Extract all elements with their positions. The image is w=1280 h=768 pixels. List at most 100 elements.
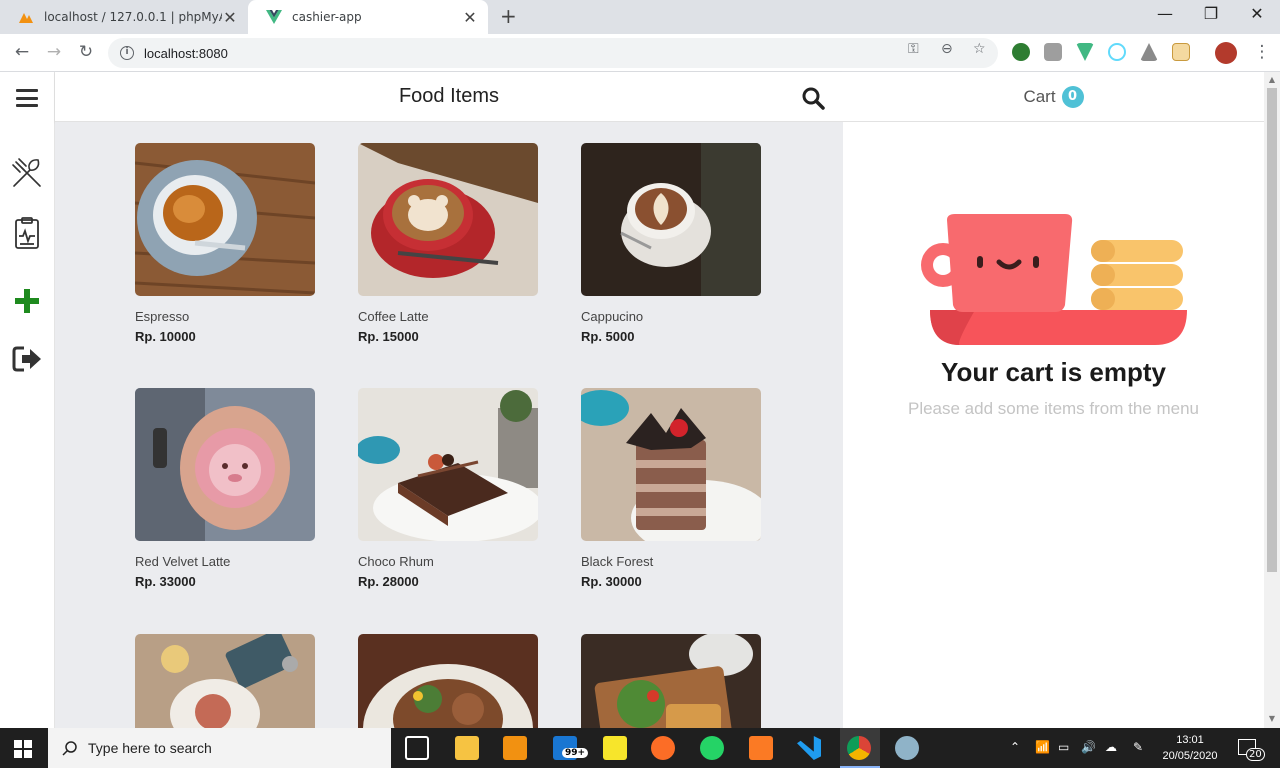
show-hidden-icons[interactable]: ⌃ — [1010, 740, 1020, 754]
tab-cashier-app[interactable]: cashier-app ✕ — [248, 0, 488, 34]
cart-count-badge: 0 — [1061, 85, 1084, 108]
vscode-icon[interactable] — [797, 736, 821, 760]
cart-header[interactable]: Cart 0 — [843, 72, 1264, 122]
clock-time: 13:01 — [1176, 734, 1204, 746]
scroll-down-arrow[interactable]: ▼ — [1264, 714, 1280, 723]
food-image — [358, 634, 538, 728]
address-url: localhost:8080 — [144, 45, 228, 61]
scroll-up-arrow[interactable]: ▲ — [1264, 75, 1280, 84]
choco-rhum-image — [356, 388, 543, 542]
profile-avatar[interactable] — [1215, 42, 1237, 64]
info-icon[interactable]: i — [120, 46, 134, 60]
search-icon[interactable] — [801, 86, 825, 110]
xampp-icon[interactable] — [749, 736, 773, 760]
restore-icon[interactable]: ❐ — [1196, 4, 1226, 23]
windows-start-icon[interactable] — [14, 740, 32, 758]
food-item-card[interactable]: Black Forest Rp. 30000 — [573, 388, 771, 589]
food-item-card[interactable]: Coffee Latte Rp. 15000 — [358, 143, 538, 344]
scrollbar-thumb[interactable] — [1267, 88, 1277, 572]
taskbar-search[interactable]: Type here to search — [48, 728, 391, 768]
vue-icon — [266, 10, 282, 24]
address-bar[interactable]: i localhost:8080 — [108, 38, 998, 68]
empty-cart-title: Your cart is empty — [941, 357, 1166, 387]
phpmyadmin-icon — [19, 13, 33, 23]
back-icon[interactable]: ← — [10, 40, 34, 64]
menu-icon[interactable] — [16, 89, 38, 107]
zoom-icon[interactable]: ⊖ — [941, 41, 953, 57]
tab-title: localhost / 127.0.0.1 | phpMyAdmin — [44, 10, 222, 24]
whatsapp-icon[interactable] — [700, 736, 724, 760]
page-scrollbar[interactable]: ▲ ▼ — [1264, 72, 1280, 728]
tab-title: cashier-app — [292, 10, 362, 24]
file-explorer-icon[interactable] — [455, 736, 479, 760]
browser-tabbar: localhost / 127.0.0.1 | phpMyAdmin ✕ cas… — [0, 0, 1280, 34]
chrome-icon[interactable] — [847, 736, 871, 760]
taskbar-clock[interactable]: 13:01 20/05/2020 — [1150, 732, 1230, 764]
tab-phpmyadmin[interactable]: localhost / 127.0.0.1 | phpMyAdmin ✕ — [0, 0, 248, 34]
food-item-price: Rp. 30000 — [581, 574, 642, 589]
food-item-card[interactable]: Espresso Rp. 10000 — [134, 143, 316, 344]
taskbar-search-placeholder: Type here to search — [88, 740, 212, 756]
food-item-name: Black Forest — [581, 554, 654, 569]
key-icon[interactable]: ⚿ — [908, 41, 919, 57]
food-item-card[interactable] — [135, 629, 315, 728]
logout-icon[interactable] — [10, 342, 44, 376]
utensils-icon[interactable] — [10, 156, 44, 190]
cappucino-image — [581, 143, 761, 296]
cart-label: Cart — [1023, 86, 1056, 106]
pen-icon[interactable]: ✎ — [1133, 740, 1143, 754]
food-item-price: Rp. 15000 — [358, 329, 419, 344]
espresso-image — [134, 143, 316, 296]
food-item-price: Rp. 5000 — [581, 329, 635, 344]
more-menu-icon[interactable]: ⋮ — [1250, 40, 1274, 64]
cashier-app: Food Items Espresso Rp. 10000 Coffee Lat… — [0, 72, 1280, 728]
onedrive-icon[interactable]: ☁ — [1105, 740, 1117, 754]
cart-panel: Cart 0 Your cart is empty Please add som… — [843, 72, 1264, 728]
report-icon[interactable] — [10, 216, 44, 250]
close-tab-icon[interactable]: ✕ — [462, 8, 478, 27]
new-tab-icon[interactable]: + — [500, 4, 517, 28]
page-title: Food Items — [398, 85, 500, 107]
close-tab-icon[interactable]: ✕ — [222, 8, 238, 27]
sidebar — [0, 72, 55, 728]
window-close-icon[interactable]: ✕ — [1242, 4, 1272, 23]
food-item-name: Choco Rhum — [358, 554, 434, 569]
task-view-icon[interactable] — [405, 736, 429, 760]
food-item-price: Rp. 28000 — [358, 574, 419, 589]
volume-icon[interactable]: 🔊 — [1081, 740, 1096, 754]
sticky-notes-icon[interactable] — [603, 736, 627, 760]
battery-icon[interactable]: ▭ — [1058, 740, 1069, 754]
bookmark-star-icon[interactable]: ☆ — [973, 41, 986, 57]
food-item-name: Coffee Latte — [358, 309, 429, 324]
red-velvet-latte-image — [135, 388, 315, 541]
food-item-card[interactable] — [358, 634, 538, 728]
food-item-card[interactable] — [581, 632, 761, 728]
food-items-grid: Espresso Rp. 10000 Coffee Latte Rp. 1500… — [55, 122, 843, 728]
search-icon — [62, 741, 77, 756]
extension-icon[interactable] — [1044, 43, 1062, 61]
paint-icon[interactable] — [895, 736, 919, 760]
food-item-card[interactable]: Cappucino Rp. 5000 — [581, 143, 761, 344]
extension-icon[interactable] — [1012, 43, 1030, 61]
sublime-text-icon[interactable] — [503, 736, 527, 760]
forward-icon[interactable]: → — [42, 40, 66, 64]
minimize-icon[interactable]: — — [1150, 4, 1180, 23]
network-icon[interactable]: 📶 — [1035, 740, 1050, 754]
reload-icon[interactable]: ↻ — [74, 40, 98, 64]
extension-icon[interactable] — [1172, 43, 1190, 61]
mail-badge: 99+ — [562, 748, 589, 758]
clock-date: 20/05/2020 — [1162, 750, 1218, 762]
food-image — [135, 629, 315, 728]
windows-taskbar: Type here to search 99+ ⌃ 📶 ▭ 🔊 ☁ ✎ 13:0… — [0, 728, 1280, 768]
coffee-latte-image — [358, 143, 538, 296]
food-item-card[interactable]: Choco Rhum Rp. 28000 — [356, 388, 543, 589]
food-item-price: Rp. 33000 — [135, 574, 196, 589]
plus-icon[interactable] — [10, 284, 44, 318]
food-item-name: Espresso — [135, 309, 190, 324]
food-item-price: Rp. 10000 — [135, 329, 196, 344]
food-item-name: Cappucino — [581, 309, 644, 324]
food-item-card[interactable]: Red Velvet Latte Rp. 33000 — [135, 388, 315, 589]
postman-icon[interactable] — [651, 736, 675, 760]
food-item-name: Red Velvet Latte — [135, 554, 231, 569]
react-devtools-icon[interactable] — [1108, 43, 1126, 61]
